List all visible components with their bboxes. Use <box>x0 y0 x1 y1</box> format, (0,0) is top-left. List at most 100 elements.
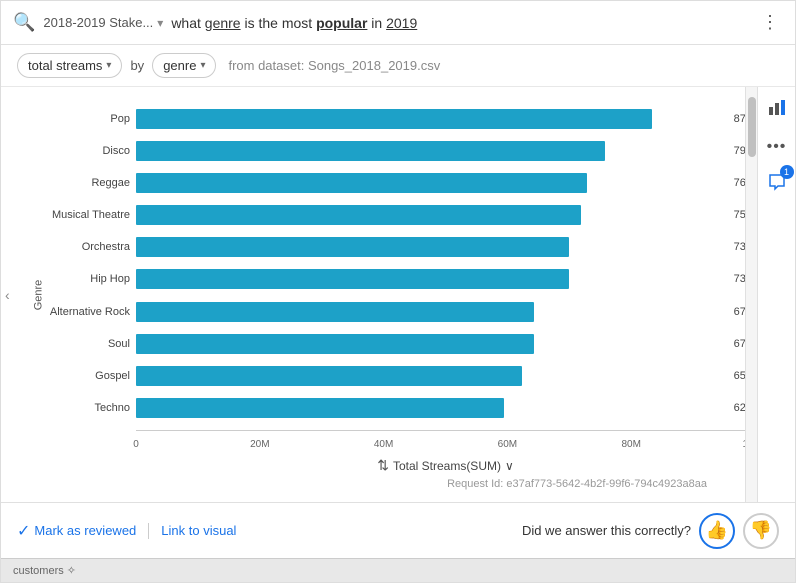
x-axis-chevron-icon: ∨ <box>505 459 514 473</box>
bars-container: Pop87M Disco79M Reggae76M Musical Theatre75… <box>31 97 755 430</box>
footer-divider <box>148 523 149 539</box>
table-row: Gospel65M <box>31 362 755 390</box>
more-options-button[interactable]: ⋮ <box>757 8 783 37</box>
bar-fill <box>136 141 605 161</box>
thumbs-up-icon: 👍 <box>706 520 728 541</box>
bar-fill <box>136 366 522 386</box>
thumbs-down-icon: 👎 <box>750 520 772 541</box>
x-tick: 20M <box>250 439 269 450</box>
sort-icon[interactable]: ⇅ <box>377 457 389 474</box>
x-tick: 80M <box>621 439 640 450</box>
query-popular: popular <box>316 15 367 31</box>
bottom-strip: customers ✧ <box>1 558 795 582</box>
check-icon: ✓ <box>17 521 30 541</box>
dimension-caret-icon: ▾ <box>200 60 205 71</box>
search-icon: 🔍 <box>13 12 35 33</box>
thumbs-up-button[interactable]: 👍 <box>699 513 735 549</box>
table-row: Orchestra73M <box>31 233 755 261</box>
bar-label: Alternative Rock <box>31 306 136 318</box>
bar-label: Soul <box>31 338 136 350</box>
chart-wrapper: Genre ‹ Pop87M Disco79M Reggae76M Musical T… <box>1 87 795 502</box>
table-row: Reggae76M <box>31 169 755 197</box>
toolbar-by-label: by <box>130 58 144 73</box>
table-row: Techno62M <box>31 394 755 422</box>
bar-fill <box>136 205 581 225</box>
bar-fill <box>136 269 569 289</box>
table-row: Disco79M <box>31 137 755 165</box>
answer-question-label: Did we answer this correctly? <box>522 523 691 538</box>
bar-track <box>136 173 730 193</box>
x-tick: 0 <box>133 439 139 450</box>
comment-badge: 1 <box>780 165 794 179</box>
x-axis-label-container: ⇅ Total Streams(SUM) ∨ <box>136 453 755 476</box>
request-id: Request Id: e37af773-5642-4b2f-99f6-794c… <box>11 476 715 492</box>
bar-track <box>136 302 730 322</box>
breadcrumb: 2018-2019 Stake... ▾ <box>43 15 163 30</box>
breadcrumb-link[interactable]: 2018-2019 Stake... <box>43 15 153 30</box>
table-row: Alternative Rock67M <box>31 298 755 326</box>
bottom-strip-text: customers ✧ <box>13 564 76 577</box>
bar-label: Gospel <box>31 370 136 382</box>
chart-area: Genre ‹ Pop87M Disco79M Reggae76M Musical T… <box>1 87 795 502</box>
main-container: 🔍 2018-2019 Stake... ▾ what genre is the… <box>0 0 796 583</box>
bar-track <box>136 366 730 386</box>
query-text-prefix: what <box>171 15 204 31</box>
bar-fill <box>136 398 504 418</box>
collapse-toggle[interactable]: ‹ <box>5 287 10 303</box>
bar-track <box>136 269 730 289</box>
bar-fill <box>136 173 587 193</box>
x-axis-line <box>136 430 755 431</box>
scrollbar-thumb[interactable] <box>748 97 756 157</box>
footer-left: ✓ Mark as reviewed Link to visual <box>17 521 236 541</box>
table-row: Pop87M <box>31 105 755 133</box>
bar-fill <box>136 237 569 257</box>
x-tick: 60M <box>498 439 517 450</box>
bar-track <box>136 141 730 161</box>
query-year: 2019 <box>386 15 417 31</box>
bar-label: Pop <box>31 113 136 125</box>
bar-label: Reggae <box>31 177 136 189</box>
x-tick: 40M <box>374 439 393 450</box>
bar-label: Hip Hop <box>31 273 136 285</box>
chart-icon[interactable] <box>764 95 790 126</box>
table-row: Soul67M <box>31 330 755 358</box>
bar-track <box>136 205 730 225</box>
header: 🔍 2018-2019 Stake... ▾ what genre is the… <box>1 1 795 45</box>
bar-label: Techno <box>31 402 136 414</box>
dimension-dropdown[interactable]: genre ▾ <box>152 53 216 78</box>
x-axis-label: ⇅ Total Streams(SUM) ∨ <box>377 457 514 474</box>
metric-caret-icon: ▾ <box>106 60 111 71</box>
y-axis-label: Genre <box>32 279 44 310</box>
comment-icon[interactable]: 1 <box>763 168 791 201</box>
dimension-label: genre <box>163 58 196 73</box>
bar-label: Musical Theatre <box>31 209 136 221</box>
dataset-label: from dataset: Songs_2018_2019.csv <box>228 58 440 73</box>
bar-label: Orchestra <box>31 241 136 253</box>
x-axis: 020M40M60M80M100M <box>136 435 755 453</box>
bar-fill <box>136 334 534 354</box>
side-panel: ••• 1 <box>757 87 795 502</box>
bar-track <box>136 398 730 418</box>
footer-right: Did we answer this correctly? 👍 👎 <box>522 513 779 549</box>
metric-dropdown[interactable]: total streams ▾ <box>17 53 122 78</box>
table-row: Hip Hop73M <box>31 265 755 293</box>
table-row: Musical Theatre75M <box>31 201 755 229</box>
more-dots-icon[interactable]: ••• <box>763 134 791 160</box>
mark-reviewed-button[interactable]: Mark as reviewed <box>34 523 136 538</box>
query-genre: genre <box>205 15 241 31</box>
scrollbar[interactable] <box>745 87 757 502</box>
bar-track <box>136 237 730 257</box>
toolbar: total streams ▾ by genre ▾ from dataset:… <box>1 45 795 87</box>
thumbs-down-button[interactable]: 👎 <box>743 513 779 549</box>
footer: ✓ Mark as reviewed Link to visual Did we… <box>1 502 795 558</box>
bar-fill <box>136 109 652 129</box>
bar-fill <box>136 302 534 322</box>
breadcrumb-chevron-icon: ▾ <box>157 16 163 30</box>
bar-track <box>136 334 730 354</box>
link-visual-button[interactable]: Link to visual <box>161 523 236 538</box>
x-axis-label-text: Total Streams(SUM) <box>393 459 501 473</box>
query-text-middle: is the most <box>241 15 316 31</box>
bar-track <box>136 109 730 129</box>
bar-label: Disco <box>31 145 136 157</box>
chart-inner: Pop87M Disco79M Reggae76M Musical Theatre75… <box>31 97 755 476</box>
